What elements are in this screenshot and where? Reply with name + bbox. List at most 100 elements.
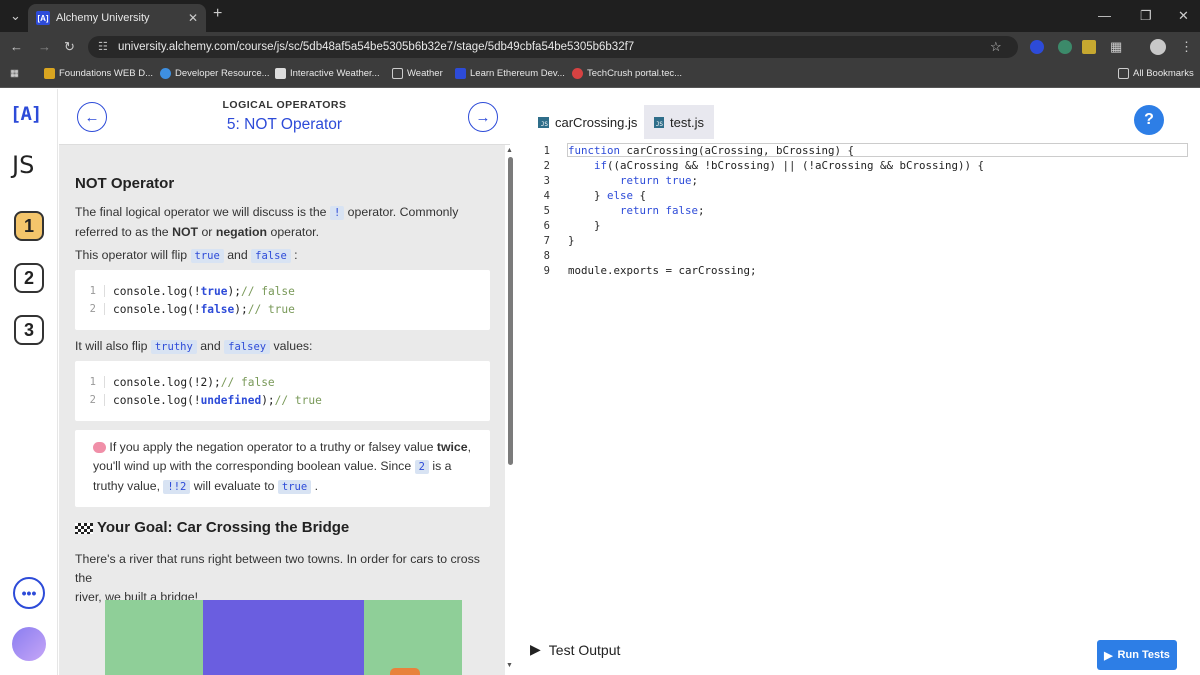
bookmark-item[interactable]: Developer Resource... [160, 68, 270, 79]
arrow-right-icon: → [475, 108, 491, 126]
back-icon[interactable]: ← [10, 39, 23, 54]
line-number: 5 [543, 204, 550, 217]
bookmark-item[interactable]: Foundations WEB D... [44, 68, 153, 79]
code-line: 1 console.log(! true); // false [75, 282, 295, 300]
forward-icon[interactable]: → [38, 39, 51, 54]
bookmark-item[interactable]: Learn Ethereum Dev... [455, 68, 565, 79]
code-line[interactable]: 3 return true; [520, 173, 698, 188]
folder-icon [392, 68, 403, 79]
line-number: 2 [543, 159, 550, 172]
tab-search-icon[interactable]: ⌄ [10, 8, 21, 24]
tab-favicon: [A] [36, 11, 50, 25]
line-number: 1 [543, 144, 550, 157]
code-line[interactable]: 8 [520, 248, 568, 263]
code-text: { [633, 189, 647, 202]
stage-1-button[interactable]: 1 [14, 211, 44, 241]
page-icon [275, 68, 286, 79]
url-text: university.alchemy.com/course/js/sc/5db4… [118, 41, 635, 53]
avatar[interactable] [12, 627, 46, 661]
extension-icon[interactable] [1082, 40, 1096, 54]
new-tab-icon[interactable]: + [213, 5, 222, 23]
scroll-up-icon[interactable]: ▲ [506, 147, 513, 154]
code-text: } [568, 189, 608, 202]
code-text: } [568, 234, 575, 247]
toolbar: ← → ↻ ☷ university.alchemy.com/course/js… [0, 32, 1200, 62]
restore-icon[interactable]: ❐ [1140, 8, 1152, 24]
tab-carCrossing[interactable]: JS carCrossing.js [528, 105, 647, 139]
play-icon: ▶ [530, 641, 541, 657]
more-options-button[interactable]: ••• [13, 577, 45, 609]
code-example-2: 1 console.log(!2); // false 2 console.log(… [75, 361, 490, 421]
bridge-illustration [105, 600, 462, 675]
stage-2-button[interactable]: 2 [14, 263, 44, 293]
address-bar[interactable]: ☷ university.alchemy.com/course/js/sc/5d… [88, 36, 1018, 58]
site-info-icon[interactable]: ☷ [98, 40, 108, 53]
stage-3-button[interactable]: 3 [14, 315, 44, 345]
line-number: 4 [543, 189, 550, 202]
extensions-puzzle-icon[interactable]: ▦ [1110, 39, 1122, 55]
tab-test[interactable]: JS test.js [644, 105, 714, 139]
close-window-icon[interactable]: ✕ [1178, 8, 1189, 24]
lesson-content: NOT Operator The final logical operator … [59, 145, 510, 675]
folder-icon [1118, 68, 1129, 79]
brain-icon [93, 442, 106, 454]
code-line: 2 console.log(! undefined); // true [75, 391, 322, 409]
code-line: 2 console.log(! false); // true [75, 300, 295, 318]
bookmarks-bar: ▦ Foundations WEB D... Developer Resourc… [0, 62, 1200, 88]
paragraph: It will also flip truthy and falsey valu… [75, 339, 313, 354]
paragraph: There's a river that runs right between … [75, 552, 480, 604]
code-example-1: 1 console.log(! true); // false 2 console.l… [75, 270, 490, 330]
left-nav: [A] JS 1 2 3 ••• [0, 89, 58, 675]
bookmark-item[interactable]: Interactive Weather... [275, 68, 380, 79]
bookmark-item[interactable]: TechCrush portal.tec... [572, 68, 682, 79]
town-left [105, 600, 203, 675]
goal-heading: Your Goal: Car Crossing the Bridge [75, 519, 349, 536]
extension-shield-icon[interactable] [1030, 40, 1044, 54]
play-icon: ▶ [1104, 649, 1113, 662]
bookmark-star-icon[interactable]: ☆ [990, 39, 1002, 55]
code-line[interactable]: 5 return false; [520, 203, 705, 218]
close-tab-icon[interactable]: ✕ [188, 11, 198, 25]
code-text: } [568, 219, 601, 232]
line-number: 8 [543, 249, 550, 262]
checkered-flag-icon [75, 522, 93, 534]
scroll-down-icon[interactable]: ▼ [506, 662, 513, 669]
reload-icon[interactable]: ↻ [64, 39, 75, 55]
bookmark-item[interactable]: Weather [392, 68, 443, 79]
course-label[interactable]: JS [12, 151, 34, 179]
menu-kebab-icon[interactable]: ⋮ [1180, 39, 1193, 55]
paragraph: The final logical operator we will discu… [75, 205, 459, 239]
test-output-toggle[interactable]: ▶ Test Output [530, 641, 620, 658]
code-keyword: function [568, 144, 621, 157]
code-line[interactable]: 4 } else { [520, 188, 646, 203]
alchemy-logo[interactable]: [A] [10, 103, 42, 125]
profile-avatar-icon[interactable] [1150, 39, 1166, 55]
lesson-header: ← LOGICAL OPERATORS 5: NOT Operator → [59, 89, 510, 145]
extension-icon[interactable] [1058, 40, 1072, 54]
lesson-scroll-thumb[interactable] [508, 157, 513, 465]
alchemy-icon [455, 68, 466, 79]
code-line[interactable]: 2 if ((aCrossing && !bCrossing) || (!aCro… [520, 158, 984, 173]
browser-tab[interactable]: [A] Alchemy University ✕ [28, 4, 206, 32]
code-line[interactable]: 1 function carCrossing(aCrossing, bCrossi… [520, 143, 854, 158]
lesson-heading: NOT Operator [75, 175, 175, 192]
techcrush-icon [572, 68, 583, 79]
app: [A] JS 1 2 3 ••• ← LOGICAL OPERATORS 5: … [0, 89, 1200, 675]
line-number: 9 [543, 264, 550, 277]
help-button[interactable]: ? [1134, 105, 1164, 135]
code-line[interactable]: 7} [520, 233, 575, 248]
run-tests-button[interactable]: ▶ Run Tests [1097, 640, 1177, 670]
code-line[interactable]: 9 module.exports = carCrossing; [520, 263, 757, 278]
apps-grid-icon[interactable]: ▦ [10, 68, 19, 79]
all-bookmarks[interactable]: All Bookmarks [1118, 68, 1194, 79]
code-text: module.exports = carCrossing; [568, 264, 757, 277]
next-lesson-button[interactable]: → [468, 102, 498, 132]
minimize-icon[interactable]: — [1098, 8, 1111, 23]
code-line[interactable]: 6 } [520, 218, 601, 233]
code-keyword: if [594, 159, 608, 172]
town-right [364, 600, 462, 675]
river [203, 600, 364, 675]
